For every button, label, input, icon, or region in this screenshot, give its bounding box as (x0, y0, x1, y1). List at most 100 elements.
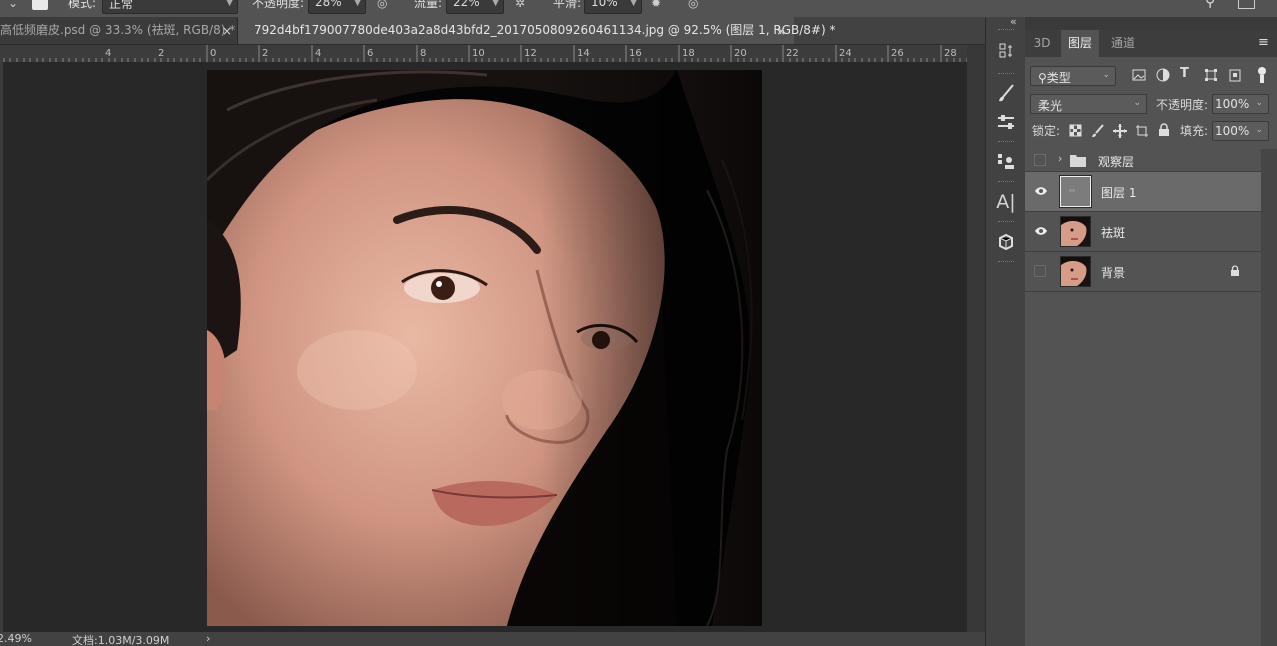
tab-layers[interactable]: 图层 (1061, 30, 1099, 57)
brush-icon[interactable] (993, 81, 1019, 107)
layer-row-background[interactable]: 背景 (1025, 252, 1261, 292)
grip-handle[interactable] (998, 141, 1014, 144)
grip-handle[interactable] (998, 29, 1014, 32)
fill-label: 填充: (1180, 124, 1209, 138)
lock-icon (1230, 265, 1240, 280)
lock-label: 锁定: (1032, 124, 1061, 138)
grip-handle[interactable] (998, 261, 1014, 264)
eye-icon[interactable] (1034, 185, 1048, 197)
fill-input[interactable]: 100% ⌄ (1212, 121, 1269, 141)
lock-artboard-icon[interactable] (1135, 124, 1149, 138)
visibility-toggle[interactable] (1034, 154, 1046, 166)
ruler-label: 2 (262, 48, 268, 59)
layer-name[interactable]: 背景 (1101, 264, 1125, 281)
pixel-layer-filter-icon[interactable] (1132, 68, 1146, 82)
lock-transparent-icon[interactable] (1069, 124, 1083, 138)
smart-object-filter-icon[interactable] (1228, 68, 1242, 82)
flow-label: 流量: (414, 0, 443, 10)
dropdown-arrow-icon: ⌄ (1102, 70, 1110, 80)
workspace-icon[interactable] (1238, 0, 1255, 9)
lock-all-icon[interactable] (1157, 123, 1171, 137)
lock-pixels-icon[interactable] (1091, 124, 1105, 138)
ruler-label: 14 (577, 48, 590, 59)
status-bar: 92.49% 文档:1.03M/3.09M › (0, 632, 985, 646)
flow-input[interactable]: 22% ▼ (446, 0, 504, 14)
gear-icon[interactable]: ✹ (651, 0, 665, 10)
ruler-label: 18 (682, 48, 695, 59)
pressure-opacity-icon[interactable]: ◎ (377, 0, 391, 10)
close-icon[interactable]: × (776, 24, 786, 38)
folder-icon (1070, 154, 1086, 170)
document-size: 文档:1.03M/3.09M (72, 634, 170, 646)
grip-handle[interactable] (998, 73, 1014, 76)
3d-cube-icon[interactable] (993, 229, 1019, 255)
close-icon[interactable]: × (222, 24, 232, 38)
layers-panel: 3D 图层 通道 ≡ ⚲类型 ⌄ T 柔光 ⌄ 不透明度: 100% ⌄ 锁定: (1025, 17, 1277, 646)
panel-header-bar (1025, 17, 1277, 30)
options-bar: ⌄ 模式: 正常 ▼ 不透明度: 28% ▼ ◎ 流量: 22% ▼ ✲ 平滑: 10… (0, 0, 985, 16)
layer-name[interactable]: 图层 1 (1101, 184, 1136, 201)
pressure-size-icon[interactable]: ◎ (688, 0, 702, 10)
chevron-right-icon[interactable]: › (1058, 152, 1062, 165)
canvas-vertical-scrollbar[interactable] (967, 45, 985, 632)
tab-document-jpg[interactable]: 792d4bf179007780de403a2a8d43bfd2_2017050… (238, 17, 835, 44)
history-icon[interactable] (993, 39, 1019, 65)
layer-opacity-value: 100% (1215, 97, 1250, 111)
flow-value: 22% (453, 0, 480, 9)
fill-value: 100% (1215, 124, 1250, 138)
adjustments-icon[interactable] (993, 109, 1019, 135)
type-layer-filter-icon[interactable]: T (1180, 66, 1194, 81)
search-icon: ⚲ (1038, 71, 1047, 85)
grip-handle[interactable] (998, 221, 1014, 224)
mode-select[interactable]: 正常 ▼ (102, 0, 238, 14)
clone-source-icon[interactable] (993, 149, 1019, 175)
status-menu-arrow[interactable]: › (206, 632, 210, 645)
tab-document-psd[interactable]: 高低频磨皮.psd @ 33.3% (祛斑, RGB/8) * (0, 17, 238, 44)
filter-kind-select[interactable]: ⚲类型 ⌄ (1030, 66, 1116, 86)
layer-row-spot-removal[interactable]: 祛斑 (1025, 212, 1261, 252)
mode-value: 正常 (109, 0, 134, 11)
panel-menu-icon[interactable]: ≡ (1258, 35, 1269, 50)
blend-mode-value: 柔光 (1038, 99, 1063, 113)
filter-kind-label: ⚲类型 (1038, 69, 1071, 86)
ruler-label: 2 (158, 48, 164, 59)
layer-row-layer1[interactable]: 图层 1 (1025, 172, 1261, 212)
tab-channels[interactable]: 通道 (1103, 30, 1143, 57)
smoothing-label: 平滑: (553, 0, 582, 10)
dropdown-arrow-icon: ⌄ (1133, 98, 1141, 108)
opacity-input[interactable]: 28% ▼ (308, 0, 366, 14)
brush-preset-icon[interactable] (32, 0, 48, 10)
layer-name[interactable]: 祛斑 (1101, 224, 1125, 241)
eye-icon[interactable] (1034, 225, 1048, 237)
lock-position-icon[interactable] (1113, 124, 1127, 138)
layer-name[interactable]: 观察层 (1098, 153, 1134, 170)
document-image[interactable] (207, 70, 762, 626)
layer-row-group[interactable]: › 观察层 (1025, 149, 1261, 172)
blend-mode-select[interactable]: 柔光 ⌄ (1030, 94, 1147, 114)
ruler-label: 10 (472, 48, 485, 59)
filter-toggle-icon[interactable] (1258, 67, 1266, 83)
shape-layer-filter-icon[interactable] (1204, 68, 1218, 82)
search-icon[interactable]: ⚲ (1205, 0, 1221, 10)
ruler-label: 16 (629, 48, 642, 59)
visibility-toggle[interactable] (1034, 265, 1046, 277)
character-icon[interactable]: A| (993, 189, 1019, 215)
ruler-label: 26 (891, 48, 904, 59)
collapse-icon[interactable]: « (1010, 15, 1017, 28)
dropdown-arrow-icon: ▼ (630, 0, 637, 8)
layers-scrollbar[interactable] (1261, 149, 1277, 646)
layer-thumbnail (1059, 175, 1092, 208)
layer-thumbnail (1060, 216, 1091, 247)
chevron-down-icon[interactable]: ⌄ (8, 0, 22, 10)
airbrush-icon[interactable]: ✲ (515, 0, 529, 10)
dropdown-arrow-icon: ▼ (492, 0, 499, 8)
layer-opacity-input[interactable]: 100% ⌄ (1212, 94, 1269, 114)
zoom-level[interactable]: 92.49% (0, 632, 32, 645)
adjustment-layer-filter-icon[interactable] (1156, 68, 1170, 82)
panel-tabs: 3D 图层 通道 ≡ (1025, 30, 1277, 57)
filter-kind-value: 类型 (1046, 71, 1071, 85)
ruler-ticks: 0 2 4 6 8 10 12 14 16 18 20 22 24 26 284 2 (3, 45, 967, 62)
smoothing-input[interactable]: 10% ▼ (584, 0, 642, 14)
tab-3d[interactable]: 3D (1025, 30, 1059, 57)
grip-handle[interactable] (998, 181, 1014, 184)
